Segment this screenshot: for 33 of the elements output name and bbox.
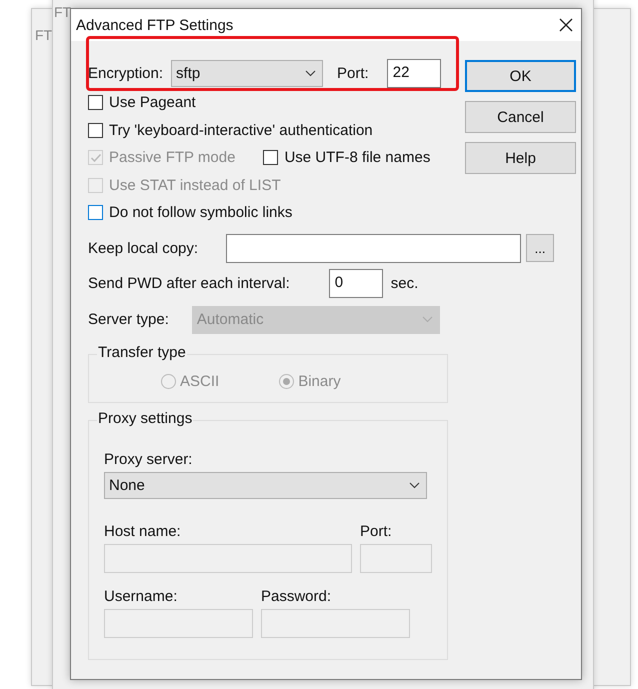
checkbox[interactable]: Try 'keyboard-interactive' authentication: [88, 122, 373, 139]
username-label: Username:: [104, 588, 178, 604]
group-title: Proxy settings: [97, 410, 194, 426]
checkmark-icon: [90, 152, 102, 164]
port-label: Port:: [337, 64, 369, 82]
unit-label: sec.: [390, 274, 418, 292]
password-label: Password:: [261, 588, 332, 604]
dialog-button[interactable]: OK: [465, 60, 576, 92]
window-title: FT: [35, 27, 52, 43]
checkbox[interactable]: Do not follow symbolic links: [88, 204, 292, 222]
keep-local-copy-label: Keep local copy:: [88, 240, 198, 256]
chevron-icon: [409, 482, 420, 488]
proxy-server-label: Proxy server:: [104, 450, 194, 468]
host-name-label: Host name:: [104, 522, 182, 540]
chevron-icon: [422, 316, 433, 323]
local-copy-field[interactable]: [226, 234, 522, 262]
interval-field[interactable]: 0: [328, 268, 383, 298]
dialog-button[interactable]: Help: [465, 142, 576, 174]
close-icon[interactable]: [559, 18, 573, 32]
browse-button[interactable]: ...: [526, 234, 554, 262]
chevron-icon: [305, 70, 316, 76]
send-pwd-label: Send PWD after each interval:: [88, 274, 290, 292]
checkbox[interactable]: Use Pageant: [88, 94, 196, 112]
group-title: Transfer type: [97, 344, 187, 360]
encryption-dropdown[interactable]: sftp: [171, 60, 324, 86]
port-field[interactable]: 22: [386, 58, 441, 88]
proxy-server-dropdown[interactable]: None: [104, 472, 427, 498]
dialog-button[interactable]: Cancel: [465, 101, 576, 133]
encryption-label: Encryption:: [88, 64, 164, 82]
port-label: Port:: [360, 522, 393, 540]
window-title: Advanced FTP Settings: [76, 16, 234, 34]
checkbox[interactable]: Use UTF-8 file names: [263, 149, 430, 166]
server-type-label: Server type:: [88, 311, 169, 328]
